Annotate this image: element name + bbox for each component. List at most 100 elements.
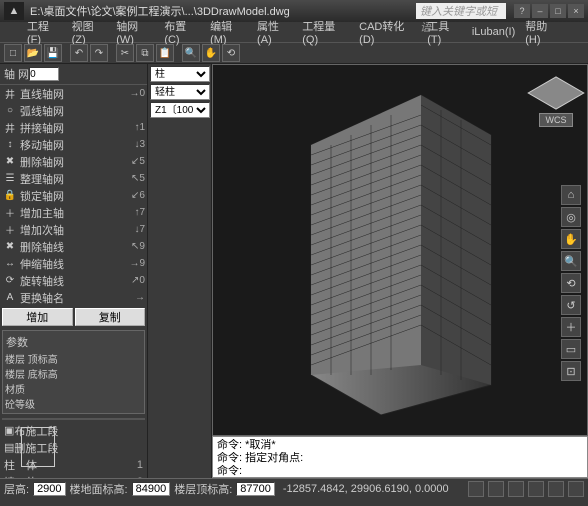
nav-target-icon[interactable]: ◎ — [561, 207, 581, 227]
menu-item[interactable]: 工程量(Q) — [299, 16, 352, 48]
menu-item[interactable]: 帮助(H) — [522, 16, 564, 48]
tool-shortcut: ↗0 — [131, 275, 145, 286]
category-item[interactable]: 墙 体2 — [0, 473, 147, 478]
component-size-select[interactable]: Z1〔100*800〕 — [150, 102, 210, 118]
menu-item[interactable]: CAD转化(D) — [356, 16, 420, 48]
layout-toggle[interactable] — [568, 481, 584, 497]
tool-label: 直线轴网 — [20, 86, 129, 102]
tool-label: 旋转轴线 — [20, 273, 131, 289]
view-cube[interactable]: WCS — [531, 71, 581, 131]
model-viewport[interactable]: WCS ⌂ ◎ ✋ 🔍 ⟲ ↺ ＋ ▭ ⊡ — [212, 64, 588, 436]
axis-tool-item[interactable]: ↔伸缩轴线→9 — [0, 255, 147, 272]
copy-button[interactable]: 复制 — [75, 308, 146, 326]
save-icon[interactable]: 💾 — [44, 44, 62, 62]
model-toggle[interactable] — [548, 481, 564, 497]
tool-icon: ✖ — [2, 155, 18, 169]
axis-tool-item[interactable]: ↕移动轴网↓3 — [0, 136, 147, 153]
menu-item[interactable]: 属性(A) — [254, 16, 295, 48]
close-button[interactable]: × — [568, 4, 584, 18]
axis-index-input[interactable] — [29, 67, 59, 81]
tool-icon: 井 — [2, 121, 18, 135]
tool-shortcut: ↖5 — [131, 173, 145, 184]
open-icon[interactable]: 📂 — [24, 44, 42, 62]
cat-icon: ▣ — [4, 424, 14, 437]
params-title: 参数 — [5, 333, 142, 351]
tool-shortcut: →9 — [129, 258, 145, 269]
nav-view-icon[interactable]: ▭ — [561, 339, 581, 359]
building-model — [271, 85, 501, 415]
axis-tool-item[interactable]: ○弧线轴网 — [0, 102, 147, 119]
ground-elev-field[interactable]: 84900 — [132, 482, 171, 496]
tool-icon: A — [2, 291, 18, 305]
axis-tool-item[interactable]: A更换轴名→ — [0, 289, 147, 306]
ground-elev-label: 楼地面标高: — [70, 481, 128, 497]
cat-label: 墙 体 — [4, 474, 137, 479]
undo-icon[interactable]: ↶ — [70, 44, 88, 62]
add-button[interactable]: 增加 — [2, 308, 73, 326]
section-preview — [2, 418, 145, 420]
tool-icon: ⟳ — [2, 274, 18, 288]
cat-icon: ▤ — [4, 441, 14, 454]
tool-label: 锁定轴网 — [20, 188, 131, 204]
tool-shortcut: ↙6 — [131, 190, 145, 201]
cmd-prompt: 命令: — [217, 465, 583, 478]
top-elev-label: 楼层顶标高: — [174, 481, 232, 497]
tool-icon: ✖ — [2, 240, 18, 254]
wcs-label: WCS — [539, 113, 573, 127]
pan-icon[interactable]: ✋ — [202, 44, 220, 62]
axis-tool-item[interactable]: 🔒锁定轴网↙6 — [0, 187, 147, 204]
grid-toggle[interactable] — [488, 481, 504, 497]
param-label: 砼等级 — [5, 400, 35, 411]
param-label: 楼层 底标高 — [5, 370, 58, 381]
axis-tool-item[interactable]: ⟳旋转轴线↗0 — [0, 272, 147, 289]
app-logo: ▲ — [4, 2, 24, 20]
axis-tool-item[interactable]: ✖删除轴网↙5 — [0, 153, 147, 170]
tool-label: 弧线轴网 — [20, 103, 145, 119]
axis-tool-item[interactable]: ✖删除轴线↖9 — [0, 238, 147, 255]
tool-icon: ＋ — [2, 223, 18, 237]
copy-icon[interactable]: ⧉ — [136, 44, 154, 62]
axis-tool-item[interactable]: ＋增加次轴↓7 — [0, 221, 147, 238]
nav-zoom-icon[interactable]: 🔍 — [561, 251, 581, 271]
tool-label: 伸缩轴线 — [20, 256, 129, 272]
osnap-toggle[interactable] — [528, 481, 544, 497]
paste-icon[interactable]: 📋 — [156, 44, 174, 62]
nav-plus-icon[interactable]: ＋ — [561, 317, 581, 337]
menu-item[interactable]: 工具(T) — [424, 16, 465, 48]
tool-label: 删除轴网 — [20, 154, 131, 170]
nav-extent-icon[interactable]: ⊡ — [561, 361, 581, 381]
zoom-icon[interactable]: 🔍 — [182, 44, 200, 62]
tool-shortcut: → — [135, 292, 145, 303]
axis-tool-item[interactable]: 井直线轴网→0 — [0, 85, 147, 102]
nav-rewind-icon[interactable]: ↺ — [561, 295, 581, 315]
axis-tool-item[interactable]: ☰整理轴网↖5 — [0, 170, 147, 187]
cursor-coords: -12857.4842, 29906.6190, 0.0000 — [283, 483, 449, 495]
nav-home-icon[interactable]: ⌂ — [561, 185, 581, 205]
nav-orbit-icon[interactable]: ⟲ — [561, 273, 581, 293]
orbit-icon[interactable]: ⟲ — [222, 44, 240, 62]
tool-icon: ＋ — [2, 206, 18, 220]
top-elev-field[interactable]: 87700 — [236, 482, 275, 496]
component-type-select[interactable]: 柱 — [150, 66, 210, 82]
floor-height-field[interactable]: 2900 — [33, 482, 65, 496]
tool-icon: ○ — [2, 104, 18, 118]
component-subtype-select[interactable]: 轻柱 — [150, 84, 210, 100]
tool-shortcut: ↑1 — [134, 122, 145, 133]
ortho-toggle[interactable] — [508, 481, 524, 497]
cmd-history-2: 命令: 指定对角点: — [217, 452, 583, 465]
tool-icon: ☰ — [2, 172, 18, 186]
tool-icon: 🔒 — [2, 189, 18, 203]
new-icon[interactable]: □ — [4, 44, 22, 62]
cut-icon[interactable]: ✂ — [116, 44, 134, 62]
redo-icon[interactable]: ↷ — [90, 44, 108, 62]
tool-icon: ↔ — [2, 257, 18, 271]
nav-pan-icon[interactable]: ✋ — [561, 229, 581, 249]
snap-toggle[interactable] — [468, 481, 484, 497]
menu-item[interactable]: iLuban(I) — [469, 24, 518, 40]
axis-tool-item[interactable]: ＋增加主轴↑7 — [0, 204, 147, 221]
axis-tool-item[interactable]: 井拼接轴网↑1 — [0, 119, 147, 136]
tool-label: 增加次轴 — [20, 222, 134, 238]
param-label: 材质 — [5, 385, 25, 396]
command-line[interactable]: 命令: *取消* 命令: 指定对角点: 命令: — [212, 436, 588, 478]
floor-height-label: 层高: — [4, 481, 29, 497]
